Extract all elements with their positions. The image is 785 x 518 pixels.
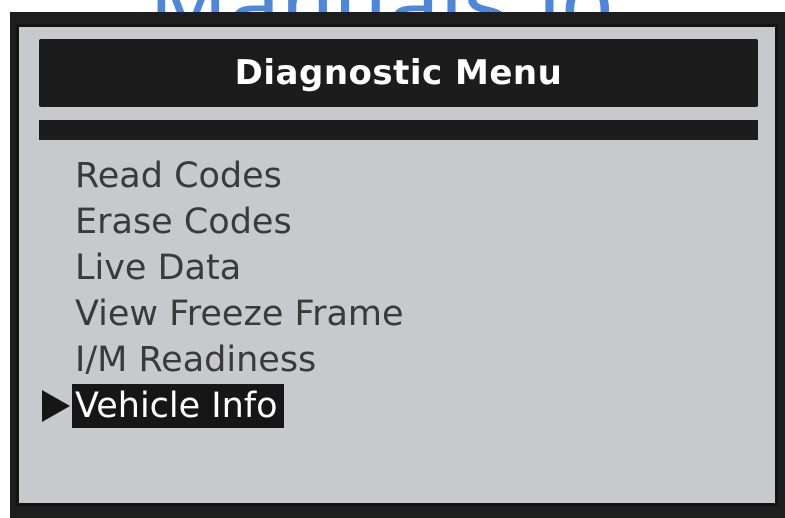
menu-item-label: View Freeze Frame (75, 294, 404, 334)
menu-item-vehicle-info[interactable]: Vehicle Info (39, 383, 739, 429)
page: Manuals.io Diagnostic Menu Read Codes Er… (0, 0, 785, 518)
title-bar: Diagnostic Menu (39, 39, 758, 107)
menu-item-live-data[interactable]: Live Data (39, 245, 739, 291)
menu-item-label: Live Data (75, 248, 242, 288)
menu-item-view-freeze-frame[interactable]: View Freeze Frame (39, 291, 739, 337)
menu-item-im-readiness[interactable]: I/M Readiness (39, 337, 739, 383)
lcd-screen: Diagnostic Menu Read Codes Erase Codes L… (16, 24, 778, 506)
menu-item-label: I/M Readiness (75, 340, 317, 380)
menu-item-read-codes[interactable]: Read Codes (39, 153, 739, 199)
selection-pointer-icon (42, 390, 70, 422)
header-divider (39, 120, 758, 140)
menu-item-label: Vehicle Info (72, 384, 284, 428)
diagnostic-menu: Read Codes Erase Codes Live Data View Fr… (39, 153, 739, 429)
menu-item-label: Read Codes (75, 156, 282, 196)
menu-item-erase-codes[interactable]: Erase Codes (39, 199, 739, 245)
page-title: Diagnostic Menu (234, 53, 563, 93)
menu-item-label: Erase Codes (75, 202, 292, 242)
